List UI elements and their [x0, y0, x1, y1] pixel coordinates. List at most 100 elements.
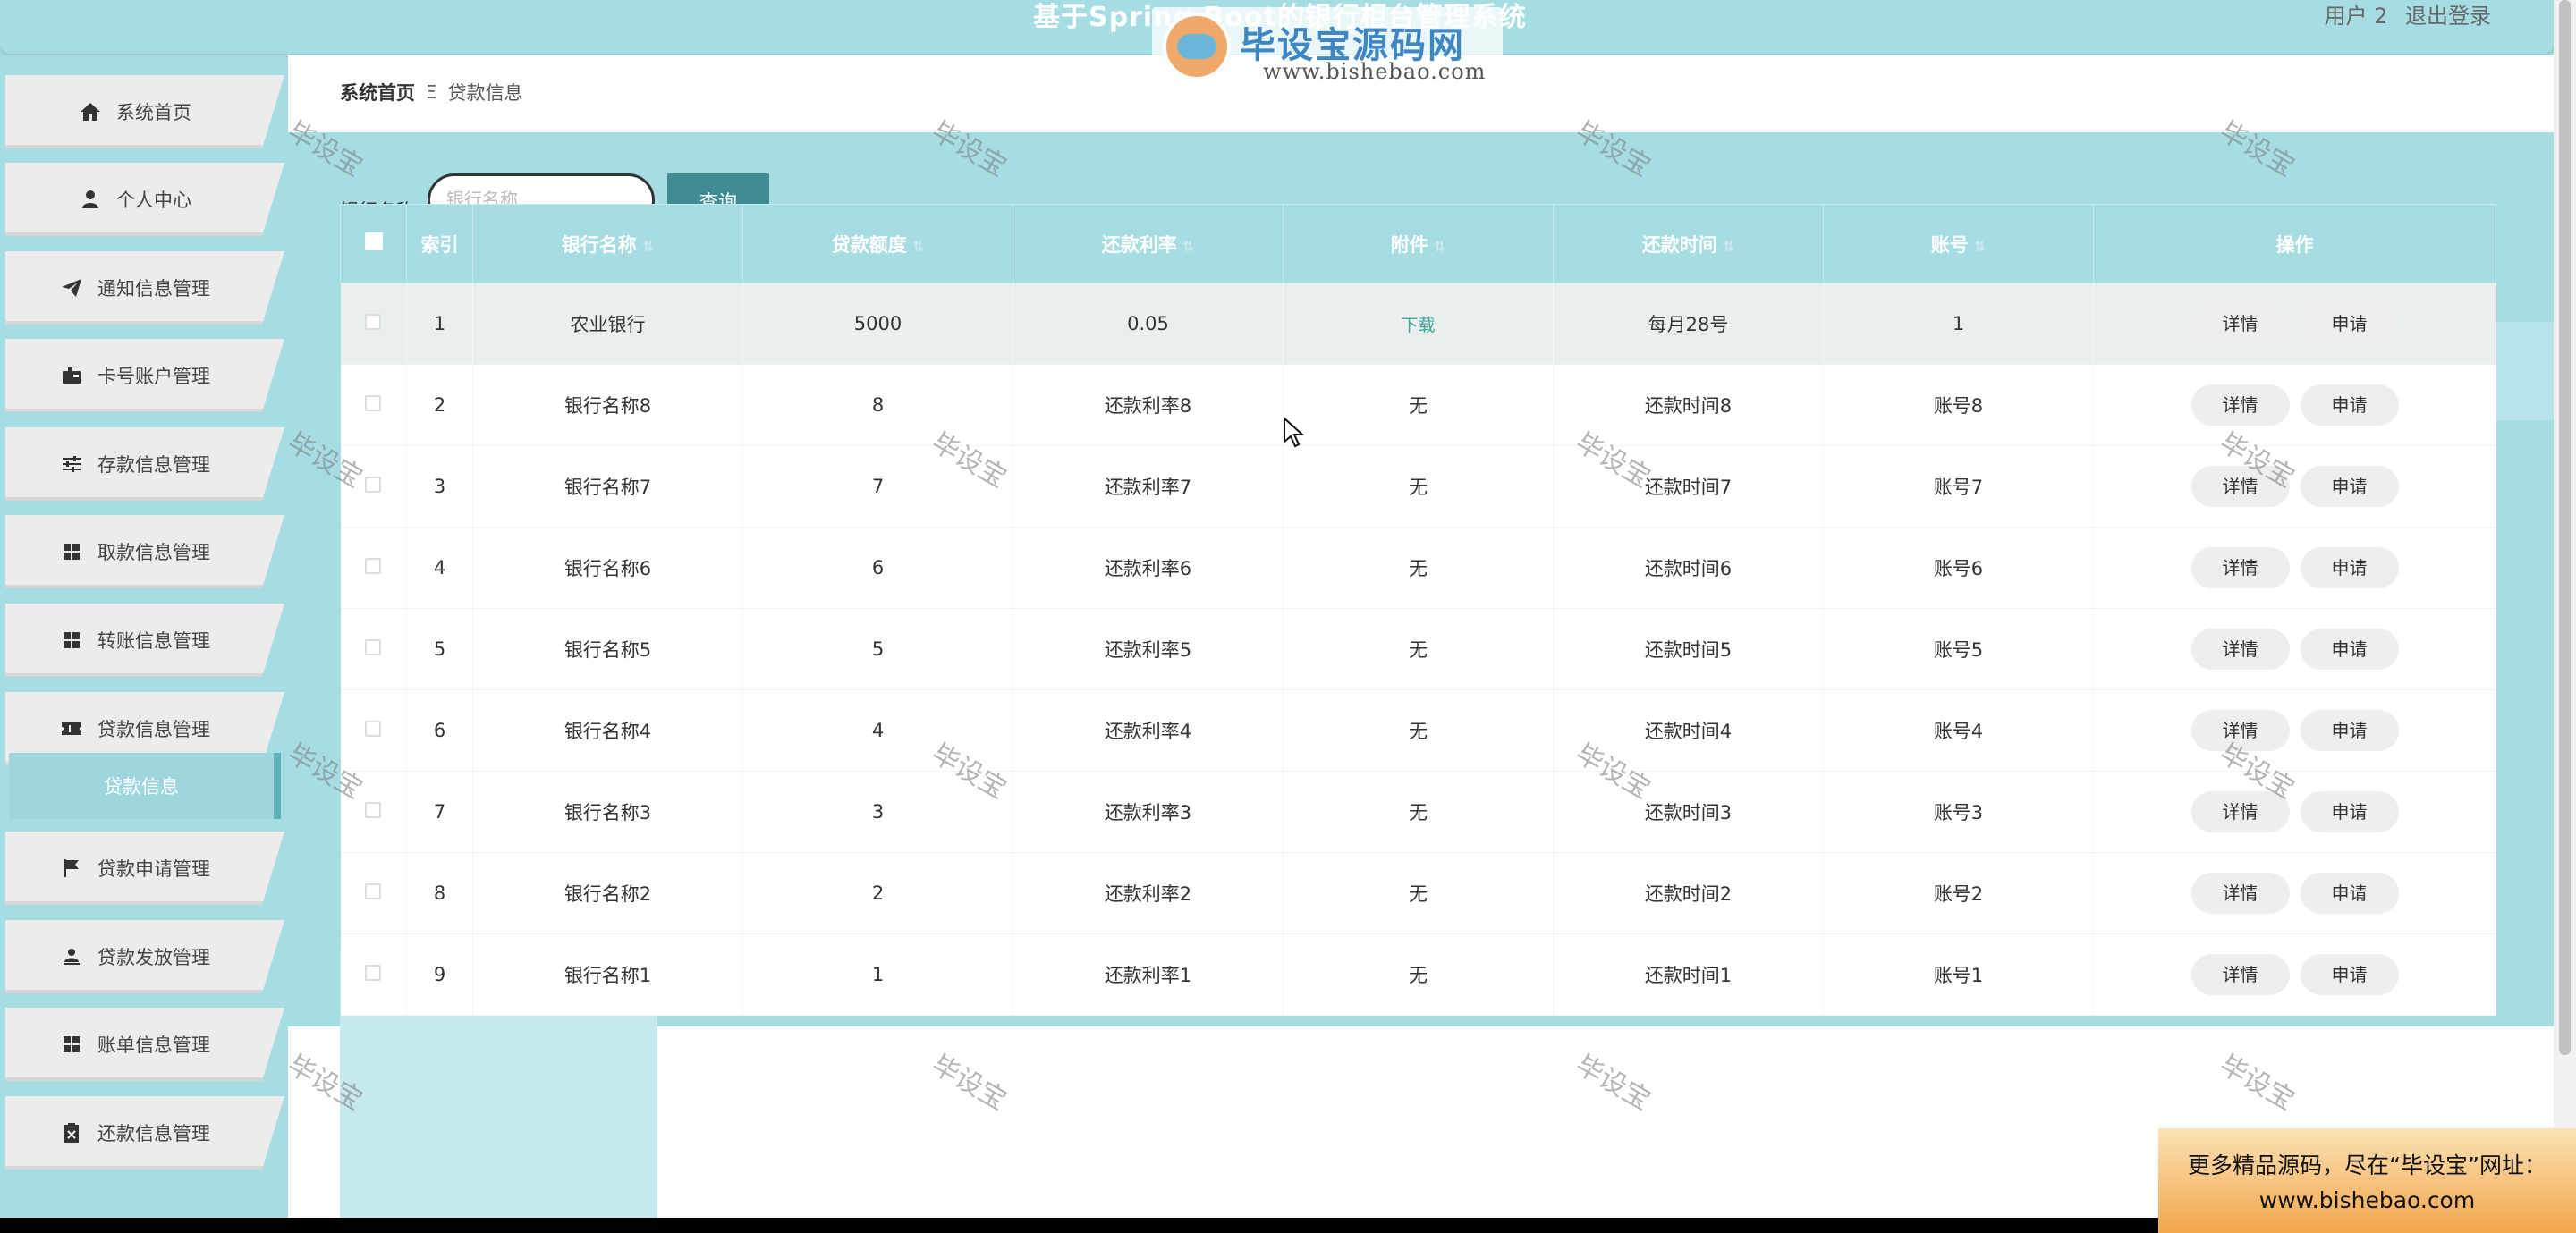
app-window: 基于Spring Boot的银行柜台管理系统 用户 2 退出登录 系统首页个人中… [0, 0, 2576, 1218]
sort-icon[interactable]: ⇅ [1182, 238, 1194, 255]
actions-cell: 详情 申请 [2093, 283, 2496, 365]
sort-icon[interactable]: ⇅ [1434, 238, 1445, 255]
apply-button[interactable]: 申请 [2300, 303, 2399, 344]
sort-icon[interactable]: ⇅ [1723, 238, 1734, 255]
detail-button[interactable]: 详情 [2190, 303, 2290, 344]
detail-button[interactable]: 详情 [2190, 547, 2290, 588]
card-icon [60, 364, 83, 387]
repay-time-cell: 还款时间5 [1553, 608, 1824, 690]
sidebar-item-1[interactable]: 系统首页 [5, 75, 284, 148]
column-header-6[interactable]: 还款时间 ⇅ [1553, 204, 1824, 283]
sort-icon[interactable]: ⇅ [912, 238, 924, 255]
row-checkbox[interactable] [365, 639, 382, 655]
detail-button[interactable]: 详情 [2190, 466, 2290, 507]
repay-time-cell: 每月28号 [1553, 283, 1824, 365]
table-row[interactable]: 6 银行名称4 4 还款利率4 无还款时间4 账号4 详情 申请 [340, 689, 2496, 772]
table-row[interactable]: 8 银行名称2 2 还款利率2 无还款时间2 账号2 详情 申请 [340, 852, 2496, 934]
sidebar-item-2[interactable]: 个人中心 [5, 163, 284, 236]
scrollbar-thumb[interactable] [2559, 0, 2571, 1055]
sidebar-item-5[interactable]: 存款信息管理 [5, 427, 284, 501]
sidebar-item-7[interactable]: 转账信息管理 [5, 604, 284, 677]
page-scrollbar[interactable] [2554, 0, 2576, 1218]
sort-icon[interactable]: ⇅ [1974, 238, 1986, 255]
sidebar-item-3[interactable]: 通知信息管理 [5, 251, 284, 325]
sidebar-item-10[interactable]: 贷款发放管理 [5, 920, 284, 993]
row-select-cell [340, 933, 407, 1016]
sidebar-item-content: 还款信息管理 [5, 1096, 265, 1170]
index-cell: 4 [406, 527, 473, 609]
apply-button[interactable]: 申请 [2300, 629, 2399, 670]
watermark-text: 毕设宝 [1570, 1049, 1656, 1117]
apply-button[interactable]: 申请 [2300, 873, 2399, 914]
rate-cell: 还款利率7 [1013, 445, 1284, 528]
apply-button[interactable]: 申请 [2300, 547, 2399, 588]
logout-link[interactable]: 退出登录 [2405, 4, 2491, 29]
column-header-8[interactable]: 操作 [2093, 204, 2496, 283]
sidebar-item-11[interactable]: 账单信息管理 [5, 1008, 284, 1081]
sidebar-item-6[interactable]: 取款信息管理 [5, 515, 284, 588]
loan-amount-cell: 2 [742, 852, 1013, 934]
account-cell: 账号1 [1823, 933, 2094, 1016]
table-row[interactable]: 7 银行名称3 3 还款利率3 无还款时间3 账号3 详情 申请 [340, 771, 2496, 853]
actions-cell: 详情 申请 [2093, 852, 2496, 934]
sidebar-item-label: 贷款申请管理 [97, 858, 210, 880]
column-header-1[interactable]: 索引 [406, 204, 473, 283]
sidebar-item-9[interactable]: 贷款申请管理 [5, 832, 284, 905]
row-checkbox[interactable] [365, 314, 382, 330]
sidebar: 系统首页 个人中心 通知信息管理 卡号账户管理 存款信息管理 取款信息管理 转账信息管理 贷款… [0, 55, 286, 1218]
row-checkbox[interactable] [365, 721, 382, 737]
ad-text: 更多精品源码，尽在“毕设宝”网址： [2188, 1153, 2546, 1178]
clipboard-x-icon [60, 1121, 83, 1144]
apply-button[interactable]: 申请 [2300, 384, 2399, 426]
sidebar-item-content: 卡号账户管理 [5, 339, 265, 412]
account-cell: 账号2 [1823, 852, 2094, 934]
detail-button[interactable]: 详情 [2190, 384, 2290, 426]
column-header-4[interactable]: 还款利率 ⇅ [1013, 204, 1284, 283]
detail-button[interactable]: 详情 [2190, 710, 2290, 751]
sidebar-item-4[interactable]: 卡号账户管理 [5, 339, 284, 412]
row-checkbox[interactable] [365, 802, 382, 818]
apply-button[interactable]: 申请 [2300, 710, 2399, 751]
table-row[interactable]: 3 银行名称7 7 还款利率7 无还款时间7 账号7 详情 申请 [340, 445, 2496, 528]
detail-button[interactable]: 详情 [2190, 873, 2290, 914]
table-row[interactable]: 5 银行名称5 5 还款利率5 无还款时间5 账号5 详情 申请 [340, 608, 2496, 690]
loan-amount-cell: 3 [742, 771, 1013, 853]
sidebar-item-content: 取款信息管理 [5, 515, 265, 588]
detail-button[interactable]: 详情 [2190, 791, 2290, 832]
download-link[interactable]: 下载 [1401, 316, 1435, 335]
rate-cell: 还款利率2 [1013, 852, 1284, 934]
main-panel: 系统首页 Ξ 贷款信息 银行名称 查询 索引 银行名称 ⇅ 贷款额度 ⇅ 还款利率 ⇅ 附件 ⇅… [283, 55, 2554, 1218]
table-row[interactable]: 2 银行名称8 8 还款利率8 无还款时间8 账号8 详情 申请 [340, 364, 2496, 446]
table-row[interactable]: 4 银行名称6 6 还款利率6 无还款时间6 账号6 详情 申请 [340, 527, 2496, 609]
table-row[interactable]: 1 农业银行 5000 0.05 下载 每月28号 1 详情 申请 [340, 283, 2496, 365]
attachment-cell: 无 [1283, 527, 1554, 609]
table-row[interactable]: 9 银行名称1 1 还款利率1 无还款时间1 账号1 详情 申请 [340, 933, 2496, 1016]
apply-button[interactable]: 申请 [2300, 954, 2399, 995]
breadcrumb-current: 贷款信息 [447, 82, 523, 104]
attachment-text: 无 [1409, 395, 1428, 417]
sidebar-subitem-loan-info[interactable]: 贷款信息 [9, 753, 281, 819]
select-all-checkbox[interactable] [364, 232, 383, 250]
row-select-cell [340, 771, 407, 853]
attachment-cell: 无 [1283, 608, 1554, 690]
sidebar-item-12[interactable]: 还款信息管理 [5, 1096, 284, 1170]
row-checkbox[interactable] [365, 883, 382, 899]
column-header-5[interactable]: 附件 ⇅ [1283, 204, 1554, 283]
column-header-2[interactable]: 银行名称 ⇅ [472, 204, 743, 283]
row-checkbox[interactable] [365, 395, 382, 411]
column-header-label: 账号 [1930, 233, 1969, 256]
row-select-cell [340, 852, 407, 934]
breadcrumb-home[interactable]: 系统首页 [340, 79, 415, 106]
detail-button[interactable]: 详情 [2190, 629, 2290, 670]
column-header-7[interactable]: 账号 ⇅ [1823, 204, 2094, 283]
row-checkbox[interactable] [365, 558, 382, 574]
apply-button[interactable]: 申请 [2300, 466, 2399, 507]
detail-button[interactable]: 详情 [2190, 954, 2290, 995]
column-header-3[interactable]: 贷款额度 ⇅ [742, 204, 1013, 283]
row-checkbox[interactable] [365, 965, 382, 981]
grid-icon [60, 540, 83, 563]
sort-icon[interactable]: ⇅ [642, 238, 654, 255]
row-checkbox[interactable] [365, 477, 382, 493]
sidebar-item-content: 贷款申请管理 [5, 832, 265, 905]
apply-button[interactable]: 申请 [2300, 791, 2399, 832]
